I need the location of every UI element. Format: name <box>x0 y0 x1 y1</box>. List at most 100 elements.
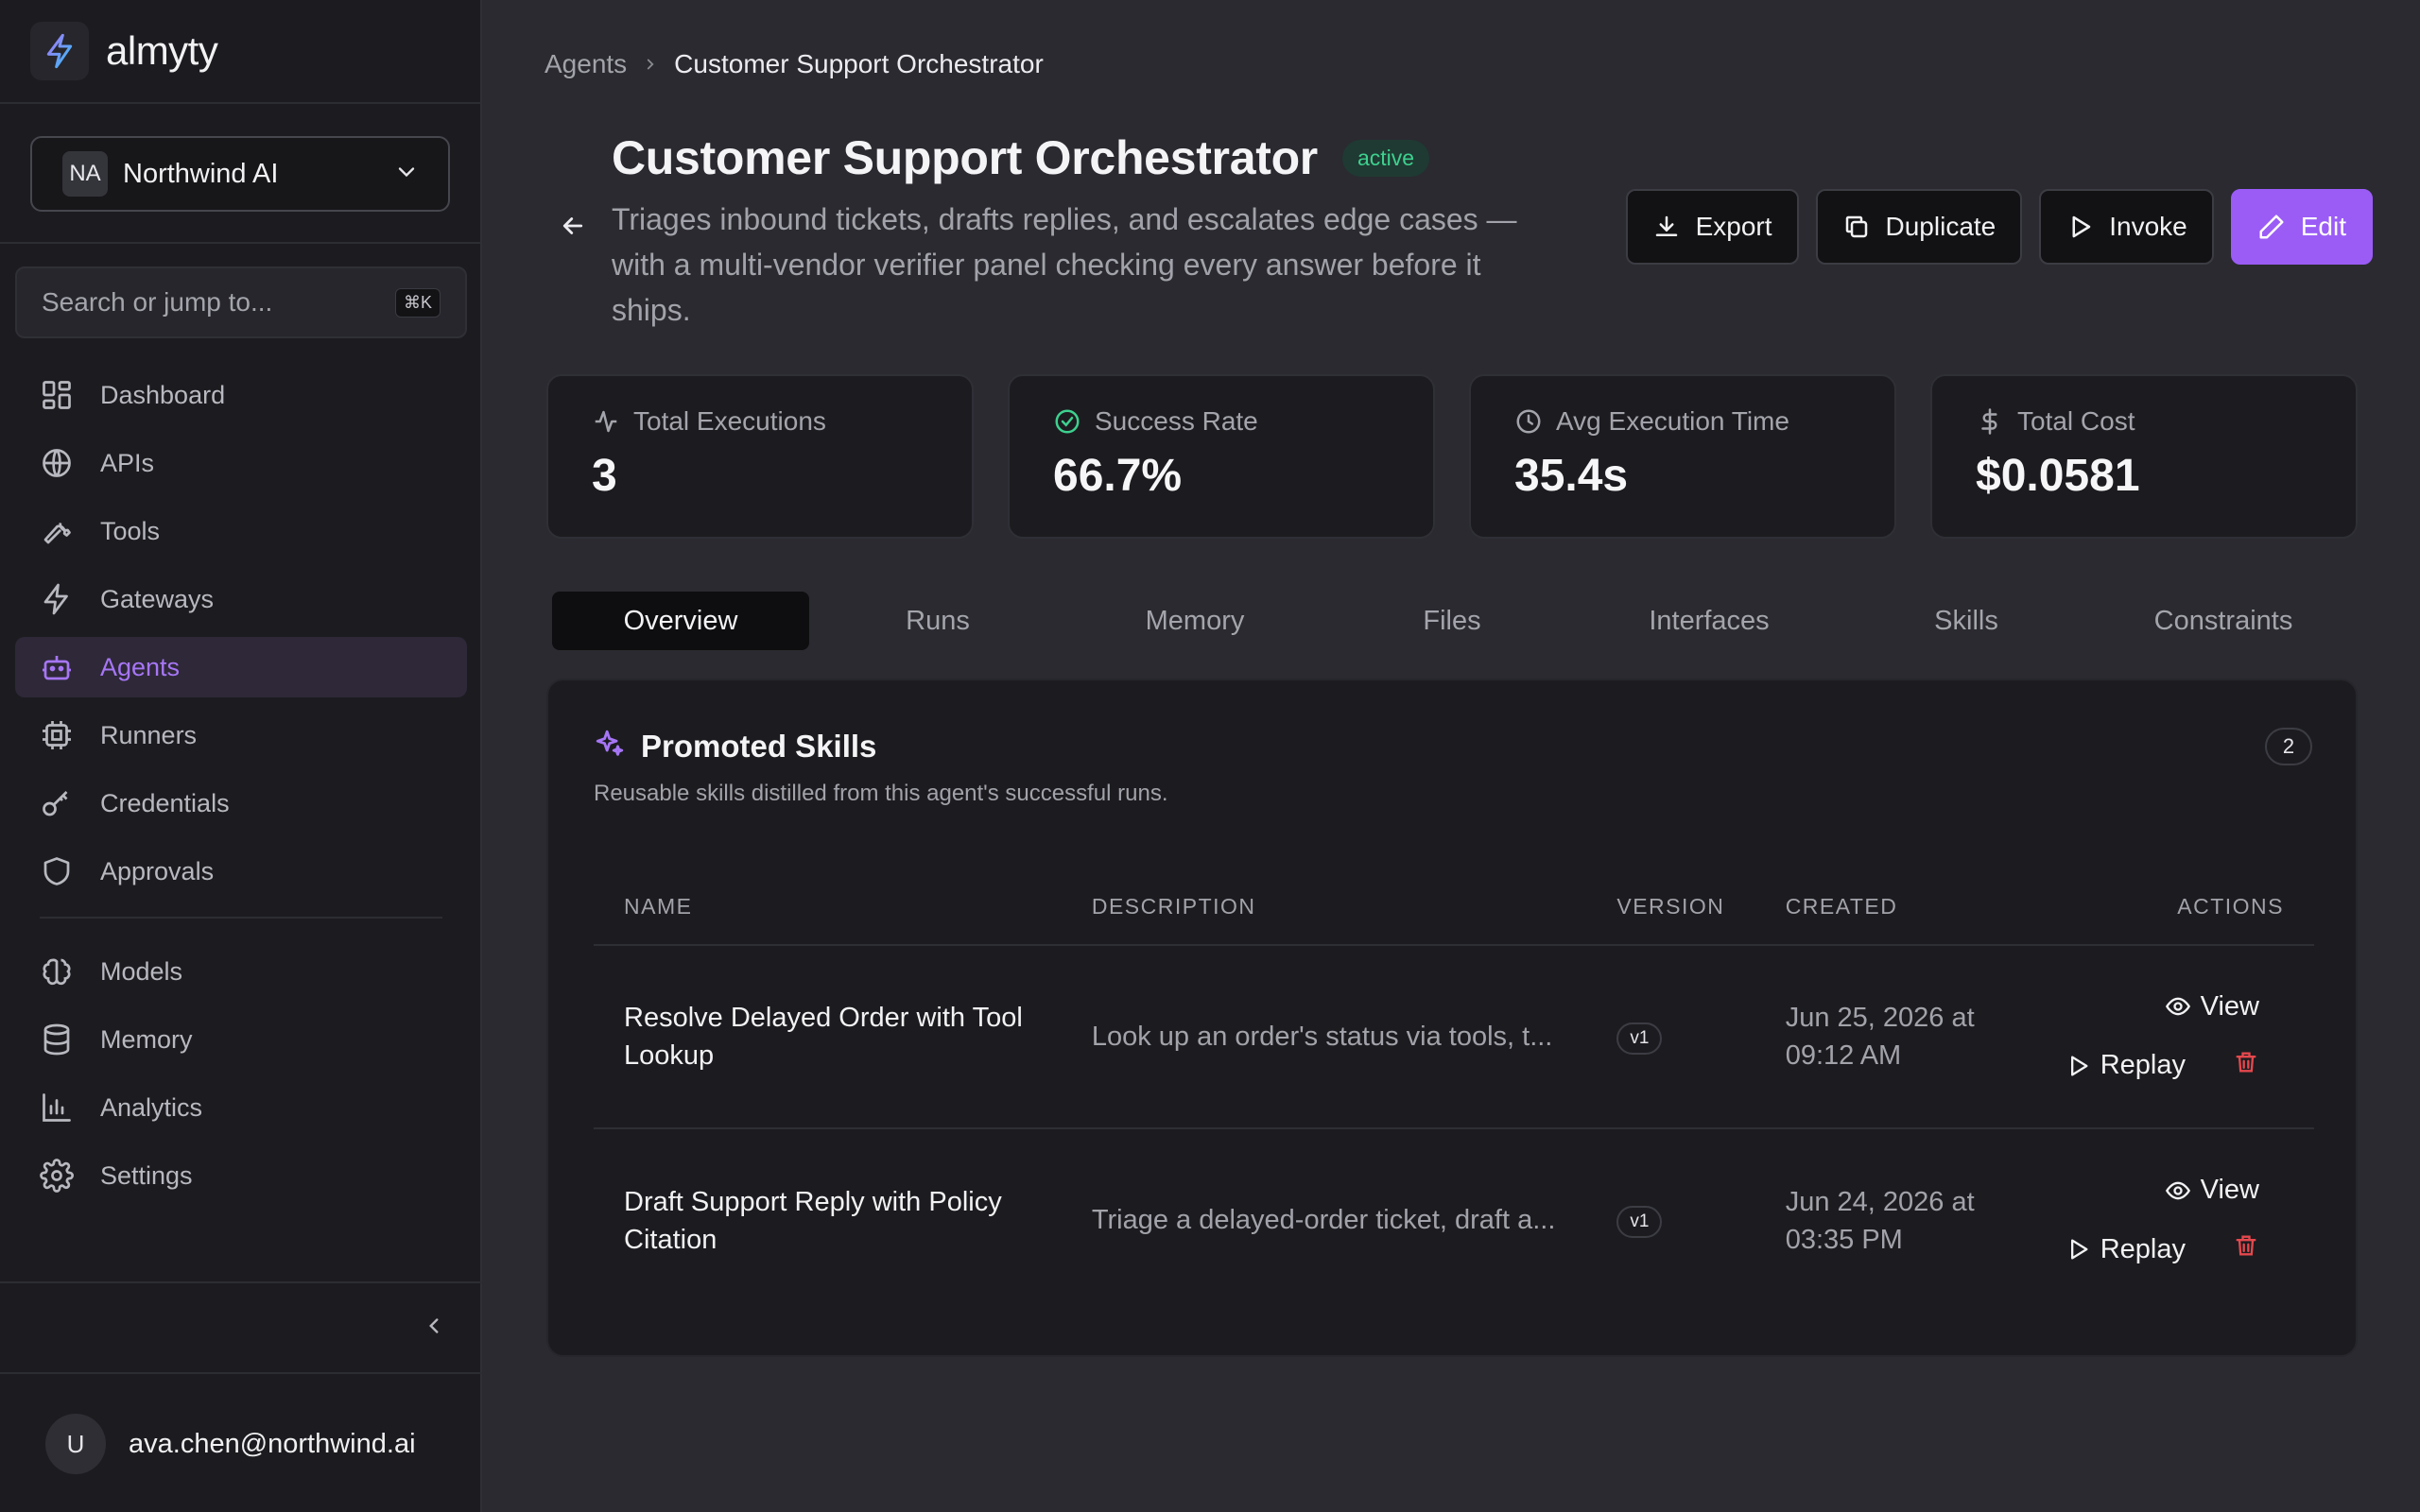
sidebar-item-dashboard[interactable]: Dashboard <box>15 365 467 425</box>
table-row[interactable]: Draft Support Reply with Policy Citation… <box>594 1128 2314 1312</box>
replay-button[interactable]: Replay <box>2065 1050 2186 1081</box>
sidebar-item-label: Settings <box>100 1160 193 1190</box>
stat-success-rate: Success Rate 66.7% <box>1008 374 1435 539</box>
user-email: ava.chen@northwind.ai <box>129 1428 416 1459</box>
duplicate-button[interactable]: Duplicate <box>1815 189 2023 265</box>
replay-label: Replay <box>2100 1050 2186 1080</box>
table-row[interactable]: Resolve Delayed Order with Tool Lookup L… <box>594 945 2314 1129</box>
header-actions: Export Duplicate Invoke Edit <box>1625 189 2373 265</box>
tab-memory[interactable]: Memory <box>1066 592 1323 650</box>
main-content: Agents Customer Support Orchestrator Cus… <box>484 0 2420 1512</box>
sidebar-item-memory[interactable]: Memory <box>15 1009 467 1070</box>
sidebar-item-label: Runners <box>100 720 198 749</box>
column-header-version: VERSION <box>1586 869 1755 946</box>
breadcrumb-current: Customer Support Orchestrator <box>674 49 1044 78</box>
sidebar-item-gateways[interactable]: Gateways <box>15 569 467 629</box>
stat-value: $0.0581 <box>1976 451 2140 501</box>
nav-divider <box>40 917 442 919</box>
play-icon <box>2065 1236 2091 1263</box>
search-placeholder: Search or jump to... <box>42 287 273 317</box>
stat-value: 35.4s <box>1514 451 1629 501</box>
skill-created: Jun 25, 2026 at 09:12 AM <box>1785 1003 1975 1071</box>
stat-value: 66.7% <box>1053 451 1183 501</box>
bot-icon <box>38 648 76 686</box>
panel-title: Promoted Skills <box>641 728 877 764</box>
page-title: Customer Support Orchestrator <box>612 131 1318 184</box>
tab-files[interactable]: Files <box>1323 592 1581 650</box>
panel-subtitle: Reusable skills distilled from this agen… <box>594 781 1168 806</box>
stat-label: Avg Execution Time <box>1556 406 1789 436</box>
skill-description: Triage a delayed-order ticket, draft a..… <box>1091 1205 1556 1235</box>
stat-label: Total Cost <box>2017 406 2135 436</box>
replay-label: Replay <box>2100 1233 2186 1264</box>
trash-icon[interactable] <box>2233 1049 2259 1083</box>
sidebar-item-label: Approvals <box>100 856 215 885</box>
key-icon <box>38 784 76 822</box>
status-badge: active <box>1341 139 1430 177</box>
org-switcher[interactable]: NA Northwind AI <box>30 136 450 212</box>
tab-runs[interactable]: Runs <box>809 592 1066 650</box>
tab-skills[interactable]: Skills <box>1838 592 2095 650</box>
tab-bar: Overview Runs Memory Files Interfaces Sk… <box>546 586 2358 656</box>
sidebar-item-label: Credentials <box>100 788 230 817</box>
sidebar-item-label: Agents <box>100 652 181 681</box>
replay-button[interactable]: Replay <box>2065 1234 2186 1265</box>
agent-description: Triages inbound tickets, drafts replies,… <box>612 202 1517 327</box>
sidebar-item-agents[interactable]: Agents <box>15 637 467 697</box>
tab-overview[interactable]: Overview <box>552 592 809 650</box>
sidebar-item-approvals[interactable]: Approvals <box>15 841 467 902</box>
skill-name: Resolve Delayed Order with Tool Lookup <box>624 1003 1023 1071</box>
sidebar-item-label: Dashboard <box>100 380 226 409</box>
stat-avg-execution-time: Avg Execution Time 35.4s <box>1469 374 1896 539</box>
activity-icon <box>592 407 620 436</box>
sidebar-item-apis[interactable]: APIs <box>15 433 467 493</box>
sidebar-item-models[interactable]: Models <box>15 941 467 1002</box>
sidebar: almyty NA Northwind AI Search or jump to… <box>0 0 482 1512</box>
view-button[interactable]: View <box>2165 1175 2259 1206</box>
eye-icon <box>2165 993 2191 1020</box>
stat-total-cost: Total Cost $0.0581 <box>1930 374 2358 539</box>
brand[interactable]: almyty <box>0 0 480 104</box>
user-menu[interactable]: U ava.chen@northwind.ai <box>45 1414 416 1474</box>
tab-constraints[interactable]: Constraints <box>2095 592 2352 650</box>
eye-icon <box>2165 1177 2191 1204</box>
sidebar-item-label: Gateways <box>100 584 215 613</box>
clock-icon <box>1514 407 1543 436</box>
sidebar-item-settings[interactable]: Settings <box>15 1145 467 1206</box>
arrow-left-icon <box>559 212 587 245</box>
view-button[interactable]: View <box>2165 991 2259 1022</box>
sidebar-item-analytics[interactable]: Analytics <box>15 1077 467 1138</box>
breadcrumb-agents-link[interactable]: Agents <box>544 49 627 79</box>
sidebar-item-label: Memory <box>100 1024 193 1054</box>
chevron-left-icon[interactable] <box>422 1314 446 1343</box>
sidebar-item-tools[interactable]: Tools <box>15 501 467 561</box>
brain-icon <box>38 953 76 990</box>
pencil-icon <box>2257 213 2286 241</box>
view-label: View <box>2200 990 2259 1022</box>
sidebar-item-label: Analytics <box>100 1092 203 1122</box>
trash-icon[interactable] <box>2233 1232 2259 1266</box>
promoted-skills-panel: Promoted Skills Reusable skills distille… <box>546 679 2358 1357</box>
edit-button[interactable]: Edit <box>2230 189 2373 265</box>
skills-count-badge: 2 <box>2265 728 2312 765</box>
sidebar-item-runners[interactable]: Runners <box>15 705 467 765</box>
stats-row: Total Executions 3 Success Rate 66.7% Av… <box>546 374 2358 539</box>
dollar-icon <box>1976 407 2004 436</box>
stat-total-executions: Total Executions 3 <box>546 374 974 539</box>
tab-interfaces[interactable]: Interfaces <box>1581 592 1838 650</box>
sidebar-item-label: APIs <box>100 448 155 477</box>
column-header-created: CREATED <box>1754 869 2034 946</box>
sidebar-item-credentials[interactable]: Credentials <box>15 773 467 833</box>
column-header-actions: ACTIONS <box>2033 869 2314 946</box>
play-icon <box>2066 213 2094 241</box>
export-button[interactable]: Export <box>1625 189 1799 265</box>
search-input[interactable]: Search or jump to... ⌘K <box>15 266 467 338</box>
version-badge: v1 <box>1616 1022 1663 1055</box>
sidebar-collapse-row <box>0 1281 482 1374</box>
skill-name: Draft Support Reply with Policy Citation <box>624 1186 1002 1255</box>
back-button[interactable] <box>544 208 601 248</box>
download-icon <box>1652 213 1681 241</box>
invoke-button[interactable]: Invoke <box>2039 189 2214 265</box>
column-header-description: DESCRIPTION <box>1061 869 1587 946</box>
avatar: U <box>45 1414 106 1474</box>
